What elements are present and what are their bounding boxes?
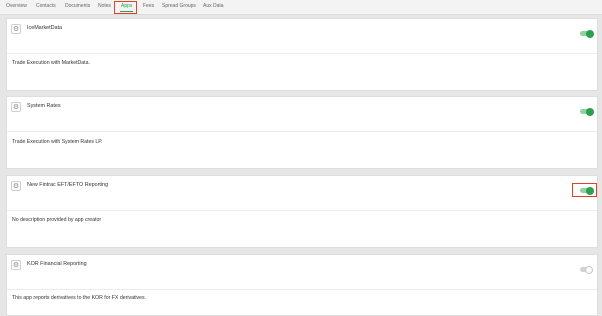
app-card-header: ⚙ System Rates xyxy=(7,97,597,132)
tab-contacts[interactable]: Contacts xyxy=(36,3,56,9)
app-description: No description provided by app creator xyxy=(12,217,102,223)
gear-icon[interactable]: ⚙ xyxy=(11,181,21,191)
toggle-knob xyxy=(586,107,594,116)
gear-icon[interactable]: ⚙ xyxy=(11,24,21,34)
app-title: IceMarketData xyxy=(27,25,63,31)
toggle-highlight xyxy=(572,183,597,197)
gear-icon[interactable]: ⚙ xyxy=(11,260,21,270)
app-title: KOR Financial Reporting xyxy=(27,261,87,267)
app-card: ⚙ KOR Financial Reporting This app repor… xyxy=(6,254,598,316)
app-card-header: ⚙ KOR Financial Reporting xyxy=(7,255,597,290)
app-toggle[interactable] xyxy=(580,107,594,116)
app-toggle[interactable] xyxy=(580,29,594,38)
app-card: ⚙ IceMarketData Trade Execution with Mar… xyxy=(6,18,598,91)
app-description: This app reports derivatives to the KOR … xyxy=(12,295,147,301)
apps-tab-highlight xyxy=(114,1,137,14)
app-title: New Fintrac EFT/EFTO Reporting xyxy=(27,182,109,188)
tab-notes[interactable]: Notes xyxy=(98,3,111,9)
app-description: Trade Execution with System Rates LP. xyxy=(12,139,103,145)
app-toggle[interactable] xyxy=(580,265,593,274)
app-card-header: ⚙ IceMarketData xyxy=(7,19,597,54)
app-card-header: ⚙ New Fintrac EFT/EFTO Reporting xyxy=(7,176,597,211)
tab-documents[interactable]: Documents xyxy=(65,3,90,9)
tab-overview[interactable]: Overview xyxy=(6,3,27,9)
app-description: Trade Execution with MarketData. xyxy=(12,60,90,66)
toggle-knob xyxy=(585,265,593,274)
app-title: System Rates xyxy=(27,103,61,109)
tab-spread-groups[interactable]: Spread Groups xyxy=(162,3,196,9)
tab-aux-data[interactable]: Aux Data xyxy=(203,3,224,9)
tab-fees[interactable]: Fees xyxy=(143,3,154,9)
gear-icon[interactable]: ⚙ xyxy=(11,102,21,112)
toggle-knob xyxy=(586,29,594,38)
app-card: ⚙ New Fintrac EFT/EFTO Reporting No desc… xyxy=(6,175,598,248)
app-card: ⚙ System Rates Trade Execution with Syst… xyxy=(6,96,598,169)
tab-bar: Overview Contacts Documents Notes Apps F… xyxy=(0,0,602,15)
